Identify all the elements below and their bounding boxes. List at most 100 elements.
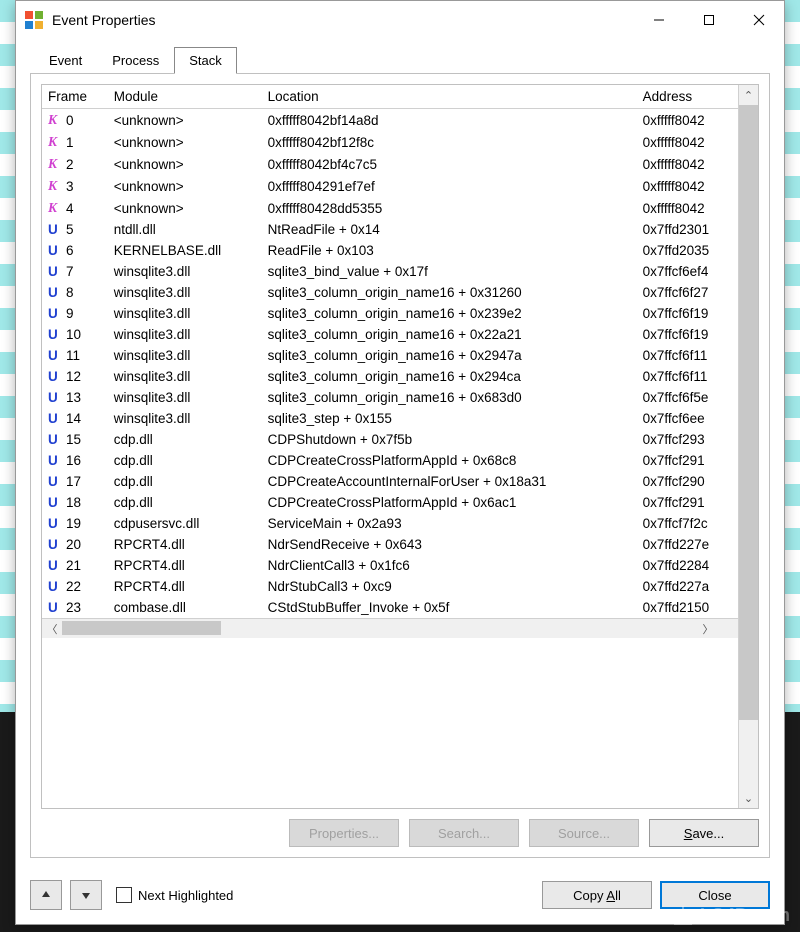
table-row[interactable]: U22RPCRT4.dllNdrStubCall3 + 0xc90x7ffd22…	[42, 576, 738, 597]
frame-cell: U10	[42, 324, 108, 345]
location-cell: 0xfffff8042bf14a8d	[262, 109, 637, 132]
frame-cell: U7	[42, 261, 108, 282]
table-row[interactable]: K2<unknown>0xfffff8042bf4c7c50xfffff8042	[42, 153, 738, 175]
address-cell: 0xfffff8042	[637, 175, 738, 197]
stack-table: Frame Module Location Address K0<unknown…	[42, 85, 738, 618]
titlebar[interactable]: Event Properties	[16, 1, 784, 39]
tab-stack[interactable]: Stack	[174, 47, 237, 74]
col-location[interactable]: Location	[262, 85, 637, 109]
user-icon: U	[48, 390, 62, 405]
table-row[interactable]: U15cdp.dllCDPShutdown + 0x7f5b0x7ffcf293	[42, 429, 738, 450]
save-button[interactable]: Save...	[649, 819, 759, 847]
frame-cell: U17	[42, 471, 108, 492]
content-area: Event Process Stack Frame Module Locatio…	[16, 39, 784, 870]
col-module[interactable]: Module	[108, 85, 262, 109]
frame-cell: U 18	[42, 492, 108, 513]
table-row[interactable]: U10winsqlite3.dllsqlite3_column_origin_n…	[42, 324, 738, 345]
user-icon: U	[48, 495, 62, 510]
module-cell: RPCRT4.dll	[108, 534, 262, 555]
source-button[interactable]: Source...	[529, 819, 639, 847]
table-row[interactable]: U20RPCRT4.dllNdrSendReceive + 0x6430x7ff…	[42, 534, 738, 555]
frame-cell: K1	[42, 131, 108, 153]
frame-number: 17	[66, 474, 81, 489]
table-row[interactable]: U6KERNELBASE.dllReadFile + 0x1030x7ffd20…	[42, 240, 738, 261]
table-row[interactable]: U11winsqlite3.dllsqlite3_column_origin_n…	[42, 345, 738, 366]
frame-cell: U23	[42, 597, 108, 618]
event-properties-window: Event Properties Event Process Stack	[15, 0, 785, 925]
copy-all-button[interactable]: Copy All	[542, 881, 652, 909]
stack-table-wrap: Frame Module Location Address K0<unknown…	[41, 84, 759, 809]
tab-process[interactable]: Process	[97, 47, 174, 74]
table-row[interactable]: U21RPCRT4.dllNdrClientCall3 + 0x1fc60x7f…	[42, 555, 738, 576]
frame-cell: U21	[42, 555, 108, 576]
stack-table-scroll[interactable]: Frame Module Location Address K0<unknown…	[42, 85, 738, 808]
location-cell: ReadFile + 0x103	[262, 240, 637, 261]
module-cell: winsqlite3.dll	[108, 324, 262, 345]
location-cell: sqlite3_column_origin_name16 + 0x294ca	[262, 366, 637, 387]
address-cell: 0x7ffcf291	[637, 492, 738, 513]
frame-cell: U8	[42, 282, 108, 303]
next-highlighted-checkbox[interactable]	[116, 887, 132, 903]
frame-cell: K2	[42, 153, 108, 175]
scroll-left-icon[interactable]: 〈	[42, 619, 62, 638]
user-icon: U	[48, 285, 62, 300]
table-row[interactable]: U18cdp.dllCDPCreateCrossPlatformAppId + …	[42, 492, 738, 513]
module-cell: winsqlite3.dll	[108, 303, 262, 324]
prev-event-button[interactable]	[30, 880, 62, 910]
properties-button[interactable]: Properties...	[289, 819, 399, 847]
maximize-button[interactable]	[684, 3, 734, 37]
location-cell: sqlite3_column_origin_name16 + 0x683d0	[262, 387, 637, 408]
location-cell: sqlite3_column_origin_name16 + 0x22a21	[262, 324, 637, 345]
vscroll-thumb[interactable]	[739, 105, 758, 720]
location-cell: sqlite3_column_origin_name16 + 0x31260	[262, 282, 637, 303]
col-address[interactable]: Address	[637, 85, 738, 109]
frame-cell: U14	[42, 408, 108, 429]
horizontal-scrollbar[interactable]: 〈 〉	[42, 618, 738, 638]
col-frame[interactable]: Frame	[42, 85, 108, 109]
location-cell: CStdStubBuffer_Invoke + 0x5f	[262, 597, 637, 618]
minimize-button[interactable]	[634, 3, 684, 37]
table-row[interactable]: U19cdpusersvc.dllServiceMain + 0x2a930x7…	[42, 513, 738, 534]
next-event-button[interactable]	[70, 880, 102, 910]
table-row[interactable]: U12winsqlite3.dllsqlite3_column_origin_n…	[42, 366, 738, 387]
table-row[interactable]: U14winsqlite3.dllsqlite3_step + 0x1550x7…	[42, 408, 738, 429]
table-row[interactable]: U23combase.dllCStdStubBuffer_Invoke + 0x…	[42, 597, 738, 618]
vertical-scrollbar[interactable]: ⌃ ⌄	[738, 85, 758, 808]
address-cell: 0xfffff8042	[637, 109, 738, 132]
hscroll-thumb[interactable]	[62, 621, 221, 635]
table-row[interactable]: U13winsqlite3.dllsqlite3_column_origin_n…	[42, 387, 738, 408]
module-cell: cdp.dll	[108, 471, 262, 492]
tab-event[interactable]: Event	[34, 47, 97, 74]
module-cell: <unknown>	[108, 197, 262, 219]
arrow-down-icon	[81, 890, 91, 900]
table-row[interactable]: U9winsqlite3.dllsqlite3_column_origin_na…	[42, 303, 738, 324]
user-icon: U	[48, 369, 62, 384]
frame-cell: U22	[42, 576, 108, 597]
table-row[interactable]: K4<unknown>0xfffff80428dd53550xfffff8042	[42, 197, 738, 219]
table-row[interactable]: U17cdp.dllCDPCreateAccountInternalForUse…	[42, 471, 738, 492]
close-window-button[interactable]	[734, 3, 784, 37]
frame-number: 18	[66, 495, 81, 510]
table-row[interactable]: U16cdp.dllCDPCreateCrossPlatformAppId + …	[42, 450, 738, 471]
scroll-right-icon[interactable]: 〉	[698, 619, 718, 638]
module-cell: cdp.dll	[108, 450, 262, 471]
location-cell: sqlite3_step + 0x155	[262, 408, 637, 429]
frame-number: 1	[66, 135, 74, 150]
search-button[interactable]: Search...	[409, 819, 519, 847]
table-row[interactable]: U5ntdll.dllNtReadFile + 0x140x7ffd2301	[42, 219, 738, 240]
table-row[interactable]: K3<unknown>0xfffff804291ef7ef0xfffff8042	[42, 175, 738, 197]
location-cell: 0xfffff804291ef7ef	[262, 175, 637, 197]
table-row[interactable]: U7winsqlite3.dllsqlite3_bind_value + 0x1…	[42, 261, 738, 282]
user-icon: U	[48, 537, 62, 552]
table-row[interactable]: K1<unknown>0xfffff8042bf12f8c0xfffff8042	[42, 131, 738, 153]
table-row[interactable]: K0<unknown>0xfffff8042bf14a8d0xfffff8042	[42, 109, 738, 132]
frame-number: 12	[66, 369, 81, 384]
scroll-down-icon[interactable]: ⌄	[739, 788, 758, 808]
address-cell: 0x7ffcf6f5e	[637, 387, 738, 408]
frame-number: 14	[66, 411, 81, 426]
next-highlighted-checkbox-wrap[interactable]: Next Highlighted	[116, 887, 233, 903]
table-row[interactable]: U8winsqlite3.dllsqlite3_column_origin_na…	[42, 282, 738, 303]
module-cell: cdpusersvc.dll	[108, 513, 262, 534]
module-cell: <unknown>	[108, 175, 262, 197]
scroll-up-icon[interactable]: ⌃	[739, 85, 758, 105]
